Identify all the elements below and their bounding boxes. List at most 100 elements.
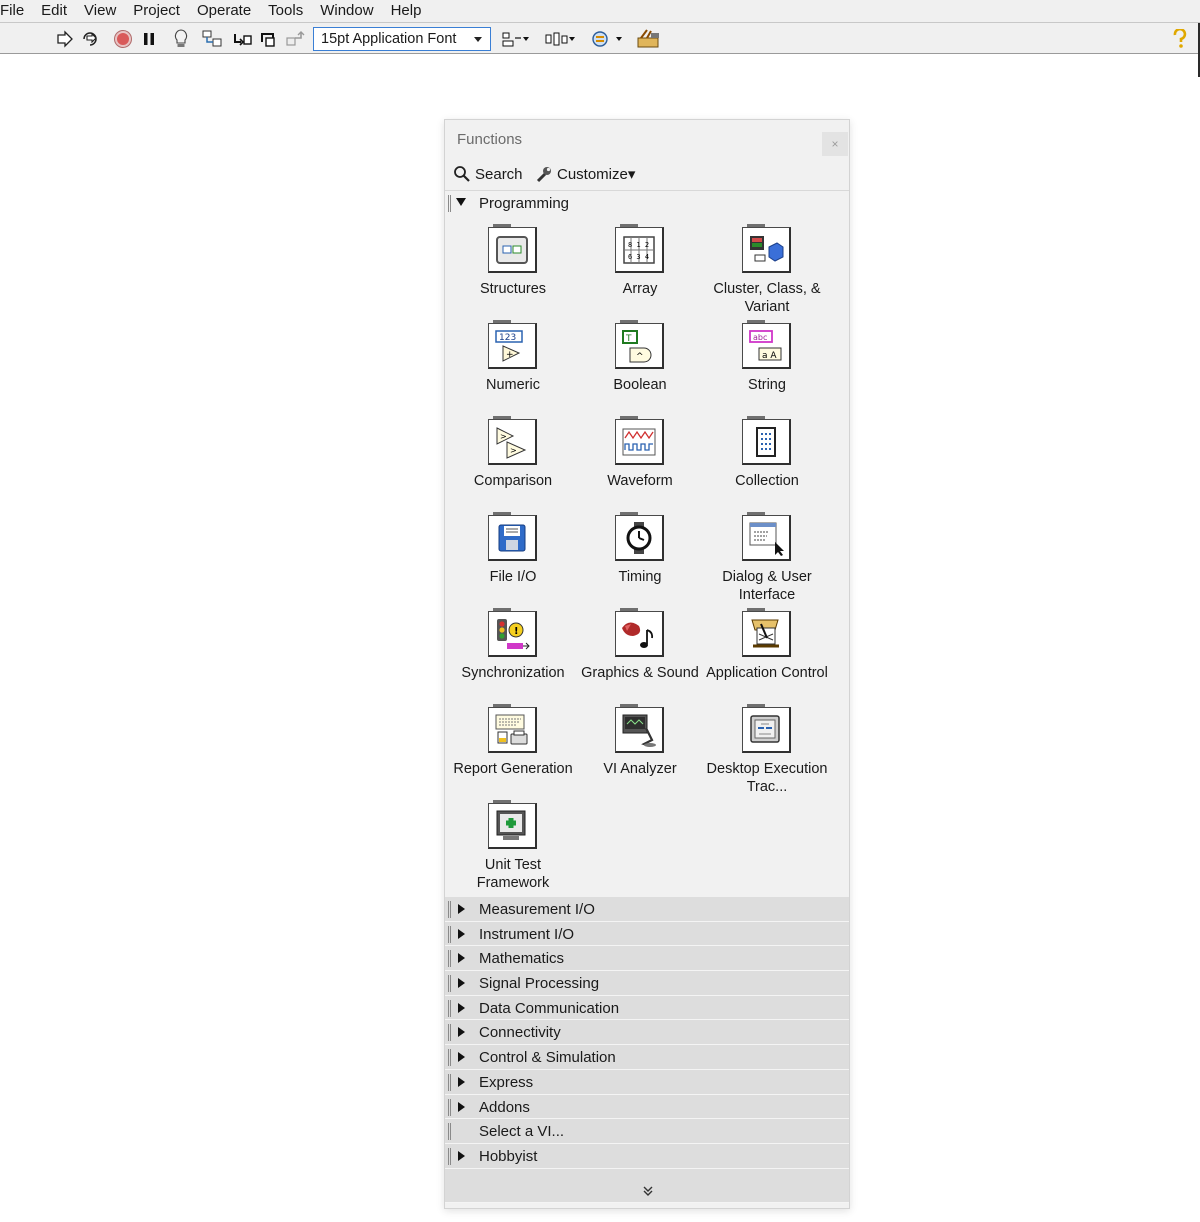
menu-operate[interactable]: Operate bbox=[189, 0, 260, 22]
close-button[interactable]: × bbox=[822, 132, 848, 156]
palette-item-unit-test-framework[interactable]: Unit Test Framework bbox=[449, 800, 577, 892]
palette-item-desktop-execution-trace[interactable]: Desktop Execution Trac... bbox=[703, 704, 831, 796]
section-label: Connectivity bbox=[479, 1024, 561, 1042]
palette-item-label: Application Control bbox=[706, 665, 828, 681]
palette-item-boolean[interactable]: T ^ Boolean bbox=[576, 320, 704, 394]
menu-tools[interactable]: Tools bbox=[260, 0, 312, 22]
palette-item-application-control[interactable]: Application Control bbox=[703, 608, 831, 682]
menu-file[interactable]: File bbox=[0, 0, 33, 22]
application-control-icon bbox=[742, 611, 791, 657]
section-measurement-io[interactable]: Measurement I/O bbox=[445, 897, 849, 922]
font-select[interactable]: 15pt Application Font bbox=[313, 27, 491, 51]
palette-item-collection[interactable]: Collection bbox=[703, 416, 831, 490]
svg-text:T: T bbox=[625, 334, 632, 344]
collapsed-triangle-icon bbox=[458, 1101, 465, 1112]
palette-item-numeric[interactable]: 123 + Numeric bbox=[449, 320, 577, 394]
palette-toolbar: Search Customize▾ bbox=[445, 160, 849, 191]
menu-view[interactable]: View bbox=[76, 0, 125, 22]
section-control-simulation[interactable]: Control & Simulation bbox=[445, 1045, 849, 1070]
drag-grip[interactable] bbox=[448, 1147, 451, 1165]
step-into-icon[interactable] bbox=[232, 28, 254, 50]
step-out-icon[interactable] bbox=[284, 28, 306, 50]
drag-grip[interactable] bbox=[448, 925, 451, 943]
report-generation-icon bbox=[488, 707, 537, 753]
palette-item-array[interactable]: 8 1 2 6 3 4 Array bbox=[576, 224, 704, 298]
clean-up-diagram-icon[interactable] bbox=[635, 28, 663, 50]
menu-project[interactable]: Project bbox=[125, 0, 189, 22]
menu-edit[interactable]: Edit bbox=[33, 0, 76, 22]
palette-item-structures[interactable]: Structures bbox=[449, 224, 577, 298]
run-arrow-icon[interactable] bbox=[54, 28, 76, 50]
waveform-icon bbox=[615, 419, 664, 465]
section-select-a-vi[interactable]: Select a VI... bbox=[445, 1119, 849, 1144]
palette-item-label: String bbox=[748, 377, 786, 393]
section-addons[interactable]: Addons bbox=[445, 1094, 849, 1120]
svg-text:8 1 2: 8 1 2 bbox=[628, 241, 649, 249]
menu-bar: File Edit View Project Operate Tools Win… bbox=[0, 0, 1200, 22]
double-chevron-down-icon[interactable] bbox=[642, 1185, 654, 1200]
drag-grip[interactable] bbox=[448, 1049, 451, 1067]
section-hobbyist[interactable]: Hobbyist bbox=[445, 1143, 849, 1169]
drag-grip[interactable] bbox=[448, 950, 451, 968]
reorder-icon[interactable] bbox=[590, 28, 624, 50]
menu-window[interactable]: Window bbox=[312, 0, 382, 22]
context-help-icon[interactable] bbox=[1170, 28, 1190, 50]
section-instrument-io[interactable]: Instrument I/O bbox=[445, 921, 849, 947]
distribute-objects-icon[interactable] bbox=[544, 28, 576, 50]
palette-item-label: Structures bbox=[479, 281, 547, 297]
run-continuously-icon[interactable] bbox=[80, 28, 102, 50]
graphics-sound-icon bbox=[615, 611, 664, 657]
drag-grip[interactable] bbox=[448, 195, 451, 212]
drag-grip[interactable] bbox=[448, 1024, 451, 1042]
step-over-icon[interactable] bbox=[258, 28, 280, 50]
palette-item-label: Cluster, Class, & Variant bbox=[713, 281, 821, 315]
section-programming[interactable]: Programming bbox=[445, 191, 849, 217]
section-data-communication[interactable]: Data Communication bbox=[445, 995, 849, 1021]
section-mathematics[interactable]: Mathematics bbox=[445, 946, 849, 972]
cluster-class-variant-icon bbox=[742, 227, 791, 273]
drag-grip[interactable] bbox=[448, 1123, 451, 1141]
svg-text:123: 123 bbox=[499, 333, 516, 343]
palette-item-file-io[interactable]: File I/O bbox=[449, 512, 577, 586]
section-connectivity[interactable]: Connectivity bbox=[445, 1020, 849, 1046]
search-button[interactable]: Search bbox=[453, 165, 523, 183]
palette-item-label: Dialog & User Interface bbox=[722, 569, 812, 603]
section-label: Data Communication bbox=[479, 999, 620, 1017]
palette-item-waveform[interactable]: Waveform bbox=[576, 416, 704, 490]
palette-item-label: Timing bbox=[618, 569, 662, 585]
palette-item-label: Collection bbox=[735, 473, 799, 489]
drag-grip[interactable] bbox=[448, 1073, 451, 1091]
highlight-execution-icon[interactable] bbox=[170, 28, 192, 50]
palette-item-synchronization[interactable]: ! Synchronization bbox=[449, 608, 577, 682]
drag-grip[interactable] bbox=[448, 975, 451, 993]
palette-item-cluster-class-variant[interactable]: Cluster, Class, & Variant bbox=[703, 224, 831, 316]
menu-help[interactable]: Help bbox=[383, 0, 431, 22]
boolean-icon: T ^ bbox=[615, 323, 664, 369]
section-express[interactable]: Express bbox=[445, 1069, 849, 1095]
palette-item-vi-analyzer[interactable]: VI Analyzer bbox=[576, 704, 704, 778]
search-label: Search bbox=[475, 165, 523, 183]
toolbar: 15pt Application Font bbox=[0, 22, 1200, 77]
customize-button[interactable]: Customize▾ bbox=[535, 165, 635, 183]
svg-text:^: ^ bbox=[636, 352, 644, 362]
section-signal-processing[interactable]: Signal Processing bbox=[445, 971, 849, 996]
abort-icon[interactable] bbox=[112, 28, 134, 50]
palette-title: Functions bbox=[457, 131, 523, 148]
align-objects-icon[interactable] bbox=[500, 28, 532, 50]
retain-wire-values-icon[interactable] bbox=[200, 28, 224, 50]
palette-item-timing[interactable]: Timing bbox=[576, 512, 704, 586]
palette-item-comparison[interactable]: > > Comparison bbox=[449, 416, 577, 490]
dialog-ui-icon bbox=[742, 515, 791, 561]
pause-icon[interactable] bbox=[138, 28, 160, 50]
section-label: Instrument I/O bbox=[479, 925, 575, 943]
palette-item-string[interactable]: abc a A String bbox=[703, 320, 831, 394]
palette-item-report-generation[interactable]: Report Generation bbox=[449, 704, 577, 778]
drag-grip[interactable] bbox=[448, 1098, 451, 1116]
svg-text:6 3 4: 6 3 4 bbox=[628, 253, 649, 261]
palette-item-label: Boolean bbox=[613, 377, 667, 393]
palette-item-graphics-sound[interactable]: Graphics & Sound bbox=[576, 608, 704, 682]
drag-grip[interactable] bbox=[448, 901, 451, 918]
drag-grip[interactable] bbox=[448, 999, 451, 1017]
section-label: Programming bbox=[479, 195, 570, 212]
palette-item-dialog-ui[interactable]: Dialog & User Interface bbox=[703, 512, 831, 604]
